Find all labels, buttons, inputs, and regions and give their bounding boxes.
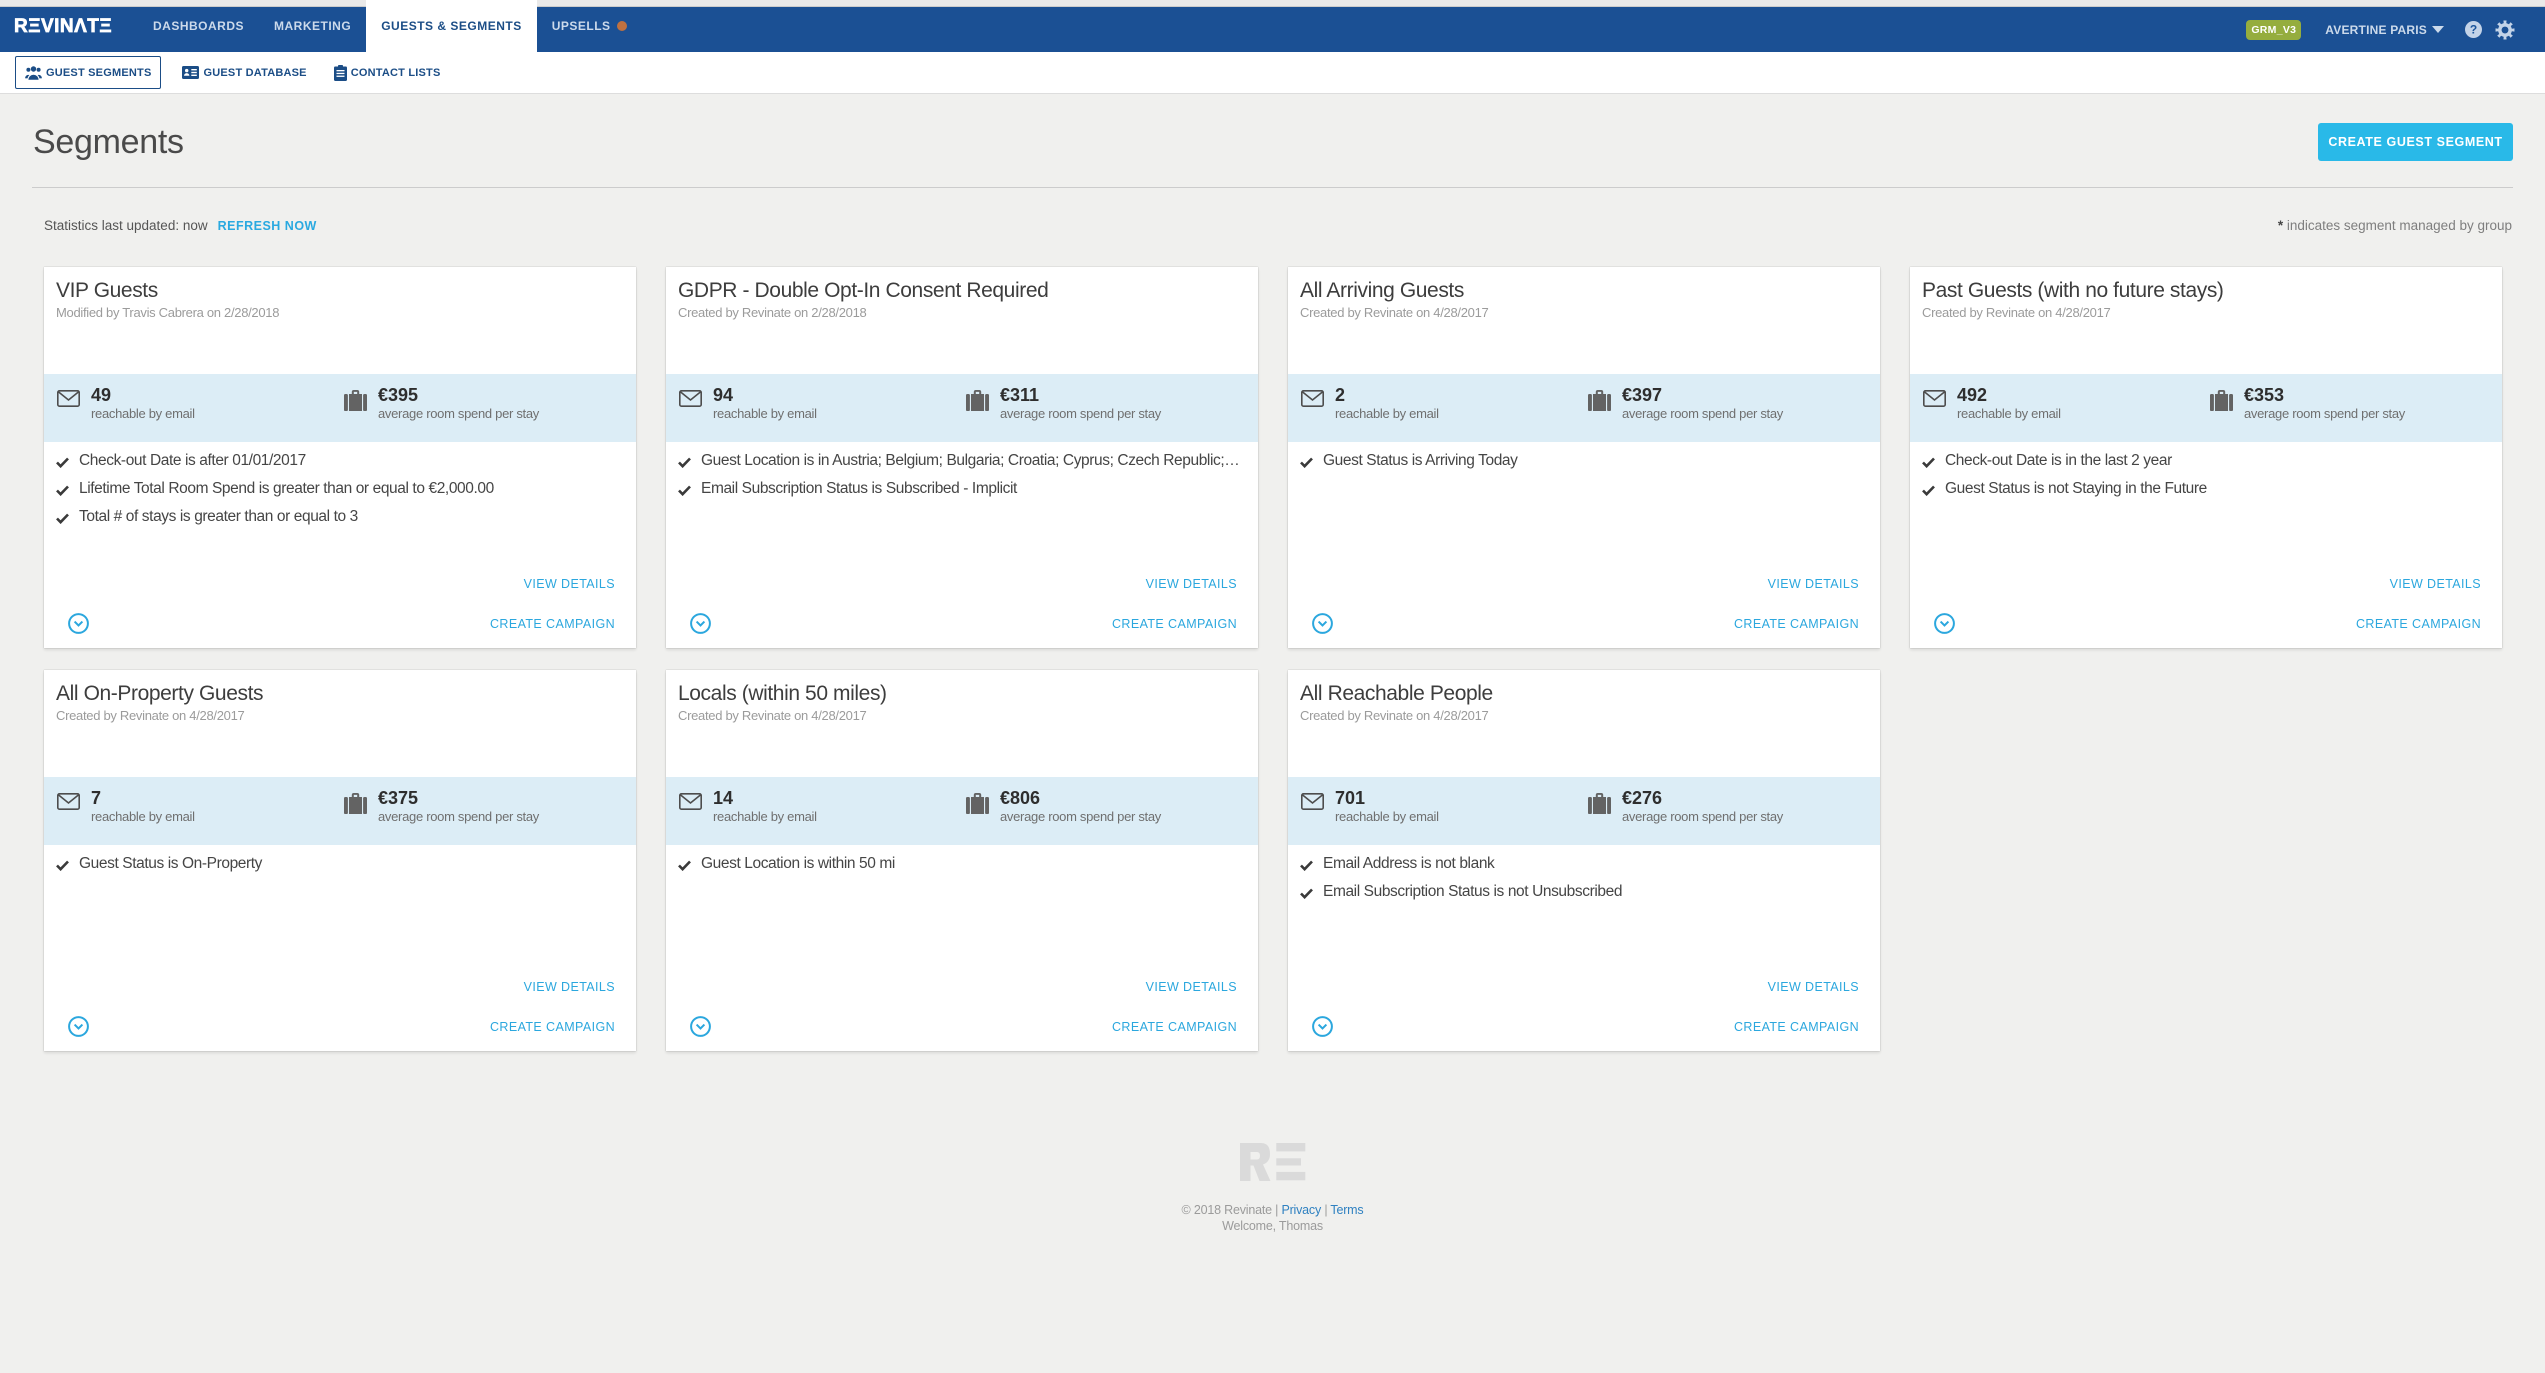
svg-text:?: ? bbox=[2470, 23, 2477, 37]
